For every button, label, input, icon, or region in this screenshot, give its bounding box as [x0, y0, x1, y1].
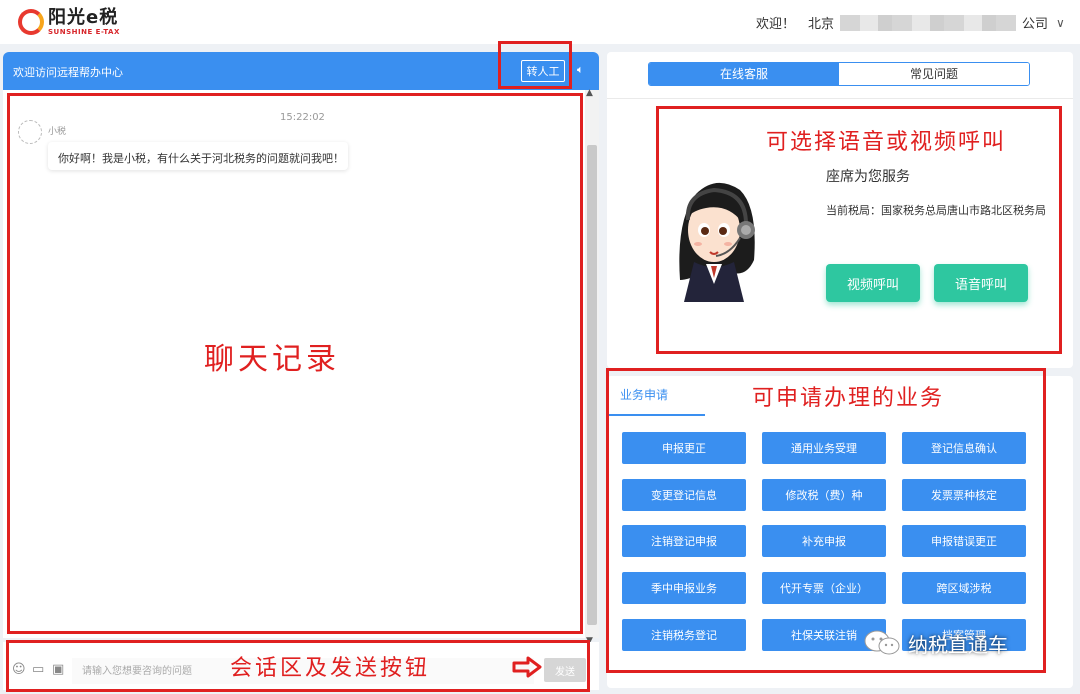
business-button[interactable]: 申报错误更正 [902, 525, 1026, 557]
speaker-icon[interactable]: 🔈︎ [577, 63, 584, 77]
agent-title: 座席为您服务 [826, 169, 910, 185]
arrow-right-icon [512, 656, 542, 678]
bot-avatar [18, 120, 42, 144]
service-tabs: 在线客服 常见问题 [648, 62, 1030, 86]
business-button[interactable]: 登记信息确认 [902, 432, 1026, 464]
chat-scroll-thumb[interactable] [587, 145, 597, 625]
watermark: 纳税直通车 [862, 628, 1008, 658]
voice-call-button[interactable]: 语音呼叫 [934, 264, 1028, 302]
annotation-call-options: 可选择语音或视频呼叫 [766, 130, 1007, 155]
logo-title: 阳光e税 [48, 6, 119, 28]
business-button[interactable]: 变更登记信息 [622, 479, 746, 511]
message-sender: 小税 [48, 127, 67, 137]
redacted-company-name [840, 14, 1017, 31]
watermark-text: 纳税直通车 [908, 632, 1008, 657]
business-button[interactable]: 发票票种核定 [902, 479, 1026, 511]
tab-business-application[interactable]: 业务申请 [620, 386, 668, 403]
transfer-to-agent-button[interactable]: 转人工 [521, 60, 565, 82]
tab-faq[interactable]: 常见问题 [839, 63, 1029, 85]
business-button[interactable]: 跨区域涉税 [902, 572, 1026, 604]
annotation-chat-history: 聊天记录 [204, 342, 340, 377]
company-suffix: 公司 [1022, 17, 1049, 32]
sun-logo-icon [18, 9, 44, 35]
send-button[interactable]: 发送 [544, 658, 586, 682]
business-button[interactable]: 注销登记申报 [622, 525, 746, 557]
video-call-button[interactable]: 视频呼叫 [826, 264, 920, 302]
company-menu[interactable]: 北京 公司 ∨ [808, 13, 1065, 32]
welcome-text: 欢迎！ [756, 17, 796, 32]
logo-subtitle: SUNSHINE E-TAX [48, 27, 120, 36]
folder-icon[interactable]: ▭ [32, 662, 44, 677]
business-button[interactable]: 补充申报 [762, 525, 886, 557]
top-bar: 阳光e税 SUNSHINE E-TAX 欢迎！ 北京 公司 ∨ [0, 0, 1080, 44]
agent-avatar-illustration [679, 182, 755, 302]
business-button[interactable]: 代开专票（企业） [762, 572, 886, 604]
wechat-icon [864, 630, 900, 655]
chat-header-title: 欢迎访问远程帮办中心 [13, 66, 123, 79]
app-logo[interactable]: 阳光e税 SUNSHINE E-TAX [18, 6, 120, 38]
chevron-down-icon: ∨ [1056, 15, 1065, 30]
annotation-input-area: 会话区及发送按钮 [230, 656, 431, 681]
divider [607, 98, 1073, 99]
active-tab-underline [607, 414, 705, 416]
business-button[interactable]: 注销税务登记 [622, 619, 746, 651]
tab-online-service[interactable]: 在线客服 [649, 63, 839, 85]
current-tax-office: 当前税局：国家税务总局唐山市路北区税务局 [826, 204, 1046, 217]
emoji-icon[interactable]: ☺ [12, 662, 26, 677]
message-timestamp: 15:22:02 [280, 112, 325, 123]
business-button[interactable]: 季中申报业务 [622, 572, 746, 604]
company-prefix: 北京 [808, 17, 835, 32]
business-button[interactable]: 申报更正 [622, 432, 746, 464]
image-icon[interactable]: ▣ [52, 662, 64, 677]
chat-message-bubble: 你好啊！我是小税，有什么关于河北税务的问题就问我吧！ [48, 142, 348, 170]
business-button[interactable]: 修改税（费）种 [762, 479, 886, 511]
scroll-up-icon[interactable]: ▲ [586, 88, 593, 98]
business-button[interactable]: 通用业务受理 [762, 432, 886, 464]
annotation-business: 可申请办理的业务 [752, 386, 945, 411]
chat-header: 欢迎访问远程帮办中心 转人工 🔈︎ [3, 52, 599, 90]
